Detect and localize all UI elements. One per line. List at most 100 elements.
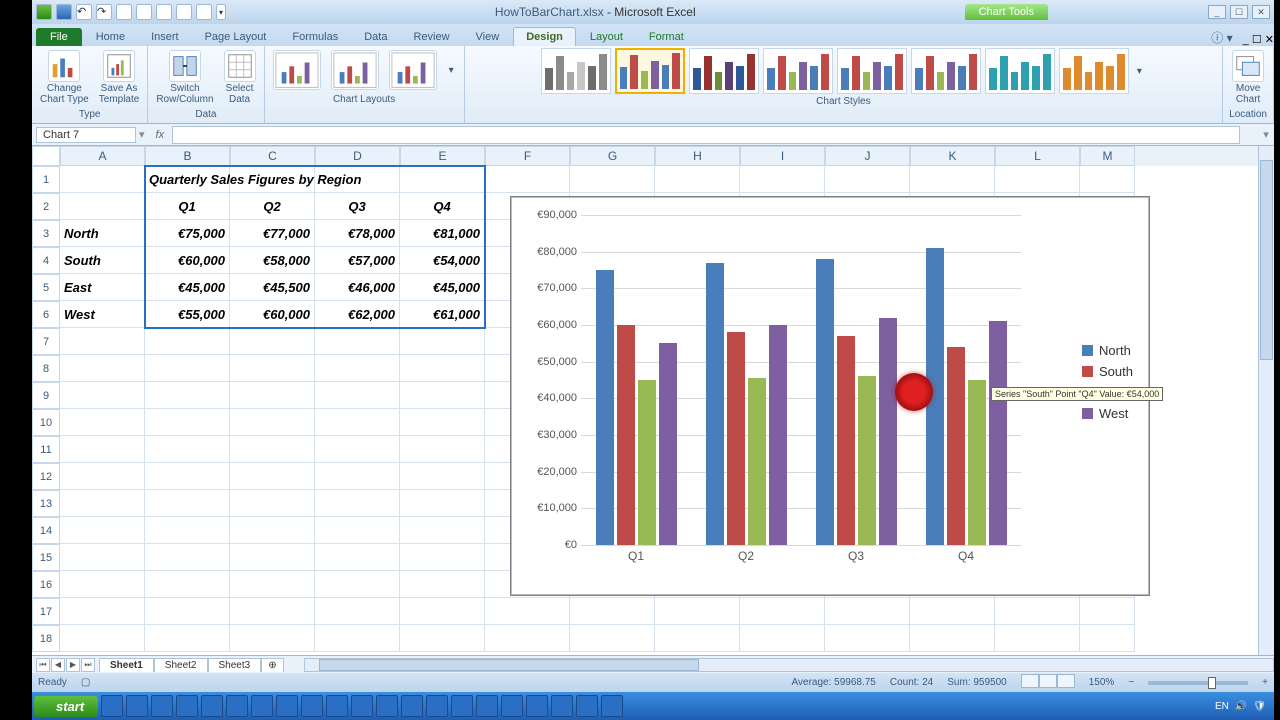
- taskbar-item[interactable]: [351, 695, 373, 717]
- cell[interactable]: [145, 490, 230, 517]
- qat-icon[interactable]: [116, 4, 132, 20]
- zoom-level[interactable]: 150%: [1089, 677, 1115, 688]
- column-header[interactable]: F: [485, 146, 570, 166]
- taskbar-item[interactable]: [176, 695, 198, 717]
- save-as-template-button[interactable]: Save As Template: [97, 48, 142, 107]
- cell[interactable]: [60, 436, 145, 463]
- horizontal-scrollbar[interactable]: [304, 658, 1274, 672]
- chart-style-swatch[interactable]: [911, 48, 981, 94]
- cell[interactable]: East: [60, 274, 145, 301]
- chart-style-swatch[interactable]: [985, 48, 1055, 94]
- excel-icon[interactable]: [36, 4, 52, 20]
- cell[interactable]: [230, 436, 315, 463]
- chart-bar[interactable]: [596, 270, 614, 545]
- taskbar-item[interactable]: [151, 695, 173, 717]
- name-box[interactable]: Chart 7: [36, 127, 136, 143]
- chart-bar[interactable]: [706, 263, 724, 545]
- cell[interactable]: [315, 355, 400, 382]
- cell[interactable]: Q3: [315, 193, 400, 220]
- cell[interactable]: [230, 355, 315, 382]
- cell[interactable]: €45,500: [230, 274, 315, 301]
- cell[interactable]: €77,000: [230, 220, 315, 247]
- cell[interactable]: [485, 166, 570, 193]
- taskbar-item[interactable]: [551, 695, 573, 717]
- chart-bar[interactable]: [769, 325, 787, 545]
- embedded-chart[interactable]: €0€10,000€20,000€30,000€40,000€50,000€60…: [510, 196, 1150, 596]
- zoom-out-icon[interactable]: −: [1128, 677, 1134, 688]
- taskbar-item[interactable]: [201, 695, 223, 717]
- chart-bar[interactable]: [989, 321, 1007, 545]
- taskbar-item[interactable]: [576, 695, 598, 717]
- column-header[interactable]: K: [910, 146, 995, 166]
- column-header[interactable]: C: [230, 146, 315, 166]
- cell[interactable]: [315, 571, 400, 598]
- cell[interactable]: [740, 625, 825, 652]
- namebox-dropdown-icon[interactable]: ▾: [136, 128, 148, 141]
- sheet-tab[interactable]: Sheet3: [208, 658, 262, 672]
- cell[interactable]: [485, 598, 570, 625]
- qat-dropdown-icon[interactable]: ▾: [216, 4, 226, 20]
- cell[interactable]: [400, 544, 485, 571]
- row-header[interactable]: 14: [32, 517, 60, 544]
- cell[interactable]: €62,000: [315, 301, 400, 328]
- cell[interactable]: €81,000: [400, 220, 485, 247]
- cell[interactable]: [230, 328, 315, 355]
- cell[interactable]: [315, 463, 400, 490]
- cell[interactable]: [60, 544, 145, 571]
- close-button[interactable]: ✕: [1252, 5, 1270, 19]
- cell[interactable]: [60, 355, 145, 382]
- legend-item[interactable]: West: [1082, 406, 1133, 421]
- cell[interactable]: [145, 625, 230, 652]
- row-header[interactable]: 11: [32, 436, 60, 463]
- chart-bar[interactable]: [837, 336, 855, 545]
- cell[interactable]: Q2: [230, 193, 315, 220]
- chart-bar[interactable]: [858, 376, 876, 545]
- taskbar-item[interactable]: [226, 695, 248, 717]
- taskbar-item[interactable]: [251, 695, 273, 717]
- tab-insert[interactable]: Insert: [139, 28, 191, 46]
- cell[interactable]: [570, 598, 655, 625]
- switch-row-column-button[interactable]: Switch Row/Column: [154, 48, 215, 107]
- view-buttons[interactable]: [1021, 674, 1075, 691]
- taskbar-item[interactable]: [376, 695, 398, 717]
- cell[interactable]: [400, 409, 485, 436]
- sheet-tab[interactable]: Sheet2: [154, 658, 208, 672]
- tab-file[interactable]: File: [36, 28, 82, 46]
- chart-legend[interactable]: NorthSouthEastWest: [1082, 337, 1133, 427]
- cell[interactable]: €58,000: [230, 247, 315, 274]
- styles-more-icon[interactable]: ▾: [1133, 66, 1146, 77]
- wb-close-button[interactable]: ✕: [1265, 34, 1274, 46]
- tab-format[interactable]: Format: [637, 28, 696, 46]
- cell[interactable]: [570, 625, 655, 652]
- cell[interactable]: [910, 625, 995, 652]
- cell[interactable]: [740, 166, 825, 193]
- sheet-nav-last[interactable]: ⏭: [81, 658, 95, 672]
- cell[interactable]: €54,000: [400, 247, 485, 274]
- cell[interactable]: [60, 625, 145, 652]
- cell[interactable]: €55,000: [145, 301, 230, 328]
- worksheet-grid[interactable]: 123456789101112131415161718 ABCDEFGHIJKL…: [32, 146, 1274, 655]
- select-all-corner[interactable]: [32, 146, 60, 166]
- start-button[interactable]: start: [34, 696, 98, 717]
- cell[interactable]: [315, 598, 400, 625]
- zoom-in-icon[interactable]: +: [1262, 677, 1268, 688]
- cell[interactable]: €78,000: [315, 220, 400, 247]
- sheet-nav-next[interactable]: ▶: [66, 658, 80, 672]
- cell[interactable]: [995, 166, 1080, 193]
- cell[interactable]: [60, 598, 145, 625]
- cell[interactable]: [60, 463, 145, 490]
- row-header[interactable]: 12: [32, 463, 60, 490]
- cell[interactable]: [740, 598, 825, 625]
- row-header[interactable]: 1: [32, 166, 60, 193]
- tab-data[interactable]: Data: [352, 28, 399, 46]
- row-header[interactable]: 18: [32, 625, 60, 652]
- cell[interactable]: West: [60, 301, 145, 328]
- cell[interactable]: [230, 382, 315, 409]
- legend-item[interactable]: South: [1082, 364, 1133, 379]
- taskbar-item[interactable]: [326, 695, 348, 717]
- cell[interactable]: [60, 571, 145, 598]
- cell[interactable]: [315, 382, 400, 409]
- row-header[interactable]: 16: [32, 571, 60, 598]
- qat-icon[interactable]: [176, 4, 192, 20]
- cell[interactable]: Q4: [400, 193, 485, 220]
